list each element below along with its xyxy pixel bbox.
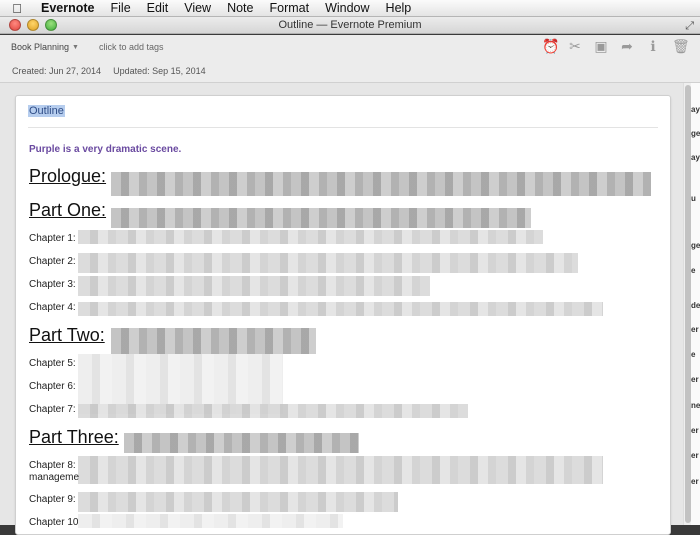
toolbar-actions: ⏰ ✂ ▣ ➦ ℹ 🗑 <box>542 38 690 55</box>
editor-scrollbar[interactable] <box>683 83 691 525</box>
note-list-item[interactable]: u <box>691 194 696 203</box>
menu-bar:  Evernote File Edit View Note Format Wi… <box>0 0 700 17</box>
heading-part-three: Part Three: <box>29 427 119 447</box>
menu-file[interactable]: File <box>103 1 139 15</box>
close-window-button[interactable] <box>9 19 21 31</box>
redacted-text <box>111 208 531 228</box>
window-title: Outline — Evernote Premium <box>278 19 422 31</box>
chapter-6-label: Chapter 6: <box>29 381 76 392</box>
chapter-3-label: Chapter 3: <box>29 279 76 290</box>
chevron-down-icon: ▼ <box>72 43 79 51</box>
note-list-item[interactable]: ay <box>691 153 700 162</box>
reminder-icon[interactable]: ⏰ <box>542 38 559 55</box>
redacted-text <box>78 492 398 512</box>
tags-input[interactable]: click to add tags <box>99 42 164 52</box>
share-icon[interactable]: ✂ <box>568 38 582 55</box>
menu-edit[interactable]: Edit <box>139 1 177 15</box>
updated-date: Updated: Sep 15, 2014 <box>113 65 206 76</box>
fullscreen-icon[interactable]: ⤢ <box>685 18 694 35</box>
menu-help[interactable]: Help <box>378 1 420 15</box>
heading-prologue: Prologue: <box>29 166 107 186</box>
note-list-item[interactable]: ne <box>691 401 700 410</box>
chapter-4-label: Chapter 4: <box>29 302 76 313</box>
apple-icon[interactable]:  <box>0 1 34 16</box>
note-list-peek: ay ge ay u ge e de er e er ne er er er <box>691 83 700 525</box>
chapter-10-label: Chapter 10 <box>29 517 79 528</box>
notebook-selector[interactable]: Book Planning ▼ <box>11 42 79 52</box>
note-list-item[interactable]: er <box>691 426 699 435</box>
note-list-item[interactable]: ge <box>691 129 700 138</box>
menu-note[interactable]: Note <box>219 1 261 15</box>
window-titlebar: Outline — Evernote Premium ⤢ <box>0 17 700 34</box>
menu-view[interactable]: View <box>176 1 219 15</box>
forward-icon[interactable]: ➦ <box>620 38 634 55</box>
menu-window[interactable]: Window <box>317 1 377 15</box>
minimize-window-button[interactable] <box>27 19 39 31</box>
trash-icon[interactable]: 🗑 <box>672 38 690 55</box>
note-list-item[interactable]: ay <box>691 105 700 114</box>
note-title[interactable]: Outline <box>28 105 65 117</box>
redacted-text <box>78 302 603 316</box>
note-list-item[interactable]: ge <box>691 241 700 250</box>
notebook-name: Book Planning <box>11 42 70 52</box>
redacted-text <box>78 230 543 244</box>
heading-part-one: Part One: <box>29 200 107 220</box>
note-list-item[interactable]: er <box>691 451 699 460</box>
redacted-text <box>111 328 316 354</box>
chapter-8-label: Chapter 8: <box>29 460 76 471</box>
chapter-9-label: Chapter 9: <box>29 494 76 505</box>
chapter-1-label: Chapter 1: <box>29 233 76 244</box>
title-divider <box>28 127 658 128</box>
redacted-text <box>78 514 343 528</box>
note-list-item[interactable]: er <box>691 375 699 384</box>
chapter-8-continued: manageme <box>29 472 80 483</box>
note-subheading: Purple is a very dramatic scene. <box>29 144 182 155</box>
menu-format[interactable]: Format <box>261 1 317 15</box>
note-toolbar: Book Planning ▼ click to add tags ⏰ ✂ ▣ … <box>0 35 700 59</box>
chapter-5-label: Chapter 5: <box>29 358 76 369</box>
note-editor[interactable]: Outline Purple is a very dramatic scene.… <box>15 95 671 535</box>
chapter-2-label: Chapter 2: <box>29 256 76 267</box>
presentation-icon[interactable]: ▣ <box>594 38 608 55</box>
redacted-text <box>78 276 430 296</box>
note-metadata: Created: Jun 27, 2014 Updated: Sep 15, 2… <box>0 59 700 83</box>
chapter-7-label: Chapter 7: <box>29 404 76 415</box>
zoom-window-button[interactable] <box>45 19 57 31</box>
redacted-text <box>78 253 578 273</box>
info-icon[interactable]: ℹ <box>646 38 660 55</box>
created-date: Created: Jun 27, 2014 <box>12 65 102 76</box>
redacted-text <box>124 433 359 453</box>
redacted-text <box>78 456 603 484</box>
note-list-item[interactable]: e <box>691 266 695 275</box>
note-list-item[interactable]: de <box>691 301 700 310</box>
redacted-text <box>78 404 468 418</box>
note-list-item[interactable]: er <box>691 325 699 334</box>
heading-part-two: Part Two: <box>29 325 105 345</box>
window-controls <box>9 19 57 31</box>
menu-app[interactable]: Evernote <box>34 1 103 15</box>
note-list-item[interactable]: e <box>691 350 695 359</box>
note-list-item[interactable]: er <box>691 477 699 486</box>
redacted-text <box>111 172 651 196</box>
